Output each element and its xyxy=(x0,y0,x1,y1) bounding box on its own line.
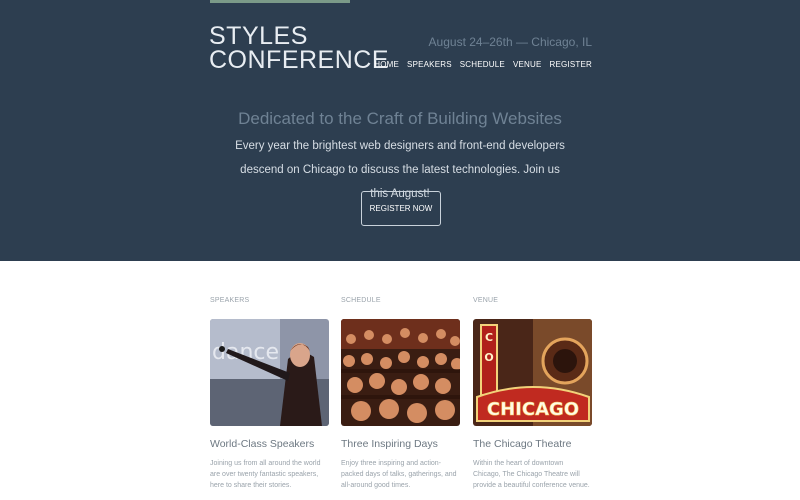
logo-line-2: CONFERENCE xyxy=(209,46,390,74)
sign-letter-o: O xyxy=(484,351,493,364)
logo-line-1: STYLES xyxy=(209,22,308,50)
venue-sign-text: CHICAGO xyxy=(487,399,579,420)
register-now-button[interactable]: REGISTER NOW xyxy=(361,191,441,226)
nav-speakers[interactable]: SPEAKERS xyxy=(407,60,452,69)
nav-home[interactable]: HOME xyxy=(374,60,399,69)
teaser-title[interactable]: World-Class Speakers xyxy=(210,438,329,450)
hero-heading: Dedicated to the Craft of Building Websi… xyxy=(238,109,562,128)
teaser-label: VENUE xyxy=(473,297,499,304)
teaser-text: Joining us from all around the world are… xyxy=(210,460,321,489)
teaser-label: SCHEDULE xyxy=(341,297,381,304)
event-tagline: August 24–26th — Chicago, IL xyxy=(428,35,592,49)
teaser-speakers: SPEAKERS dance World-Class Speakers Join… xyxy=(210,297,329,491)
teaser-text: Within the heart of downtown Chicago, Th… xyxy=(473,460,590,489)
sign-letter-c: C xyxy=(485,331,493,344)
teaser-text: Enjoy three inspiring and action-packed … xyxy=(341,460,457,489)
teaser-venue: VENUE C O CHICAGO The Chicago Theatre Wi… xyxy=(473,297,592,491)
primary-nav: HOME SPEAKERS SCHEDULE VENUE REGISTER xyxy=(374,60,592,69)
teaser-label: SPEAKERS xyxy=(210,297,250,304)
speakers-image[interactable]: dance xyxy=(210,319,329,426)
hero-section: STYLES CONFERENCE August 24–26th — Chica… xyxy=(0,0,800,261)
schedule-image[interactable] xyxy=(341,319,460,426)
nav-register[interactable]: REGISTER xyxy=(550,60,593,69)
nav-venue[interactable]: VENUE xyxy=(513,60,542,69)
teaser-title[interactable]: Three Inspiring Days xyxy=(341,438,460,450)
nav-schedule[interactable]: SCHEDULE xyxy=(460,60,505,69)
venue-image[interactable]: C O CHICAGO xyxy=(473,319,592,426)
teaser-title[interactable]: The Chicago Theatre xyxy=(473,438,592,450)
site-logo[interactable]: STYLES CONFERENCE xyxy=(209,22,390,74)
teaser-schedule: SCHEDULE Three Inspiring Days Enjoy thre… xyxy=(341,297,460,491)
accent-bar xyxy=(210,0,350,3)
